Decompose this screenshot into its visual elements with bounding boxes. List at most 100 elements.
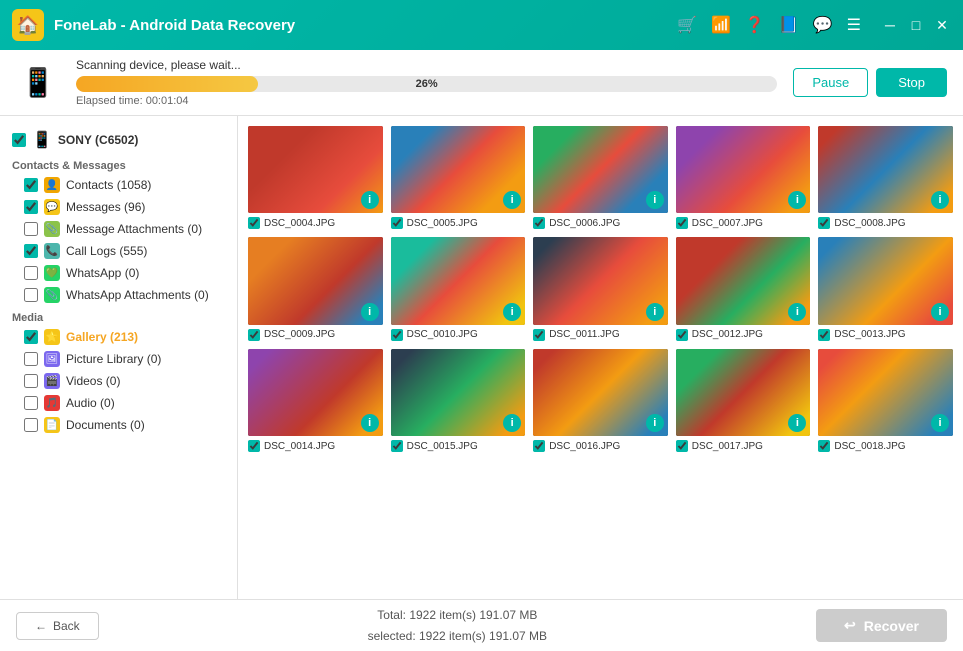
app-title: FoneLab - Android Data Recovery — [54, 17, 667, 34]
sidebar-item-whatsappatt[interactable]: 📎 WhatsApp Attachments (0) — [0, 284, 237, 306]
recover-button[interactable]: ↩ Recover — [816, 609, 947, 642]
wifi-icon[interactable]: 📶 — [711, 15, 731, 35]
photo-thumb-3[interactable]: i — [676, 126, 811, 213]
sidebar-item-contacts[interactable]: 👤 Contacts (1058) — [0, 174, 237, 196]
whatsappatt-label: WhatsApp Attachments (0) — [66, 288, 209, 302]
photo-checkbox-7[interactable] — [533, 329, 545, 341]
sidebar-item-calllogs[interactable]: 📞 Call Logs (555) — [0, 240, 237, 262]
sidebar-item-pictlib[interactable]: 🖼 Picture Library (0) — [0, 348, 237, 370]
photo-checkbox-5[interactable] — [248, 329, 260, 341]
photo-thumb-9[interactable]: i — [818, 237, 953, 324]
documents-checkbox[interactable] — [24, 418, 38, 432]
photo-info-btn-10[interactable]: i — [361, 414, 379, 432]
pause-button[interactable]: Pause — [793, 68, 868, 97]
photo-thumb-1[interactable]: i — [391, 126, 526, 213]
photo-label-5: DSC_0009.JPG — [248, 329, 383, 341]
stop-button[interactable]: Stop — [876, 68, 947, 97]
sidebar-item-videos[interactable]: 🎬 Videos (0) — [0, 370, 237, 392]
photo-thumb-4[interactable]: i — [818, 126, 953, 213]
sidebar-item-audio[interactable]: 🎵 Audio (0) — [0, 392, 237, 414]
menu-icon[interactable]: ☰ — [847, 15, 861, 35]
photo-checkbox-10[interactable] — [248, 440, 260, 452]
footer-totals: Total: 1922 item(s) 191.07 MB selected: … — [99, 605, 816, 646]
photo-thumb-11[interactable]: i — [391, 349, 526, 436]
msgatt-label: Message Attachments (0) — [66, 222, 202, 236]
photo-thumb-8[interactable]: i — [676, 237, 811, 324]
photo-thumb-14[interactable]: i — [818, 349, 953, 436]
device-icon: 📱 — [32, 130, 52, 150]
maximize-button[interactable]: □ — [907, 16, 925, 34]
photo-thumb-7[interactable]: i — [533, 237, 668, 324]
photo-thumb-10[interactable]: i — [248, 349, 383, 436]
photo-checkbox-1[interactable] — [391, 217, 403, 229]
pictlib-checkbox[interactable] — [24, 352, 38, 366]
photo-checkbox-14[interactable] — [818, 440, 830, 452]
facebook-icon[interactable]: 📘 — [779, 15, 799, 35]
scan-info: Scanning device, please wait... 26% Elap… — [76, 58, 777, 107]
photo-filename-10: DSC_0014.JPG — [264, 441, 335, 452]
photo-thumb-5[interactable]: i — [248, 237, 383, 324]
photo-checkbox-11[interactable] — [391, 440, 403, 452]
photo-filename-11: DSC_0015.JPG — [407, 441, 478, 452]
device-checkbox[interactable] — [12, 133, 26, 147]
contacts-checkbox[interactable] — [24, 178, 38, 192]
titlebar: 🏠 FoneLab - Android Data Recovery 🛒 📶 ❓ … — [0, 0, 963, 50]
photo-filename-4: DSC_0008.JPG — [834, 218, 905, 229]
photo-thumb-0[interactable]: i — [248, 126, 383, 213]
photo-checkbox-9[interactable] — [818, 329, 830, 341]
sidebar-item-messages[interactable]: 💬 Messages (96) — [0, 196, 237, 218]
photo-filename-14: DSC_0018.JPG — [834, 441, 905, 452]
photo-checkbox-0[interactable] — [248, 217, 260, 229]
photo-checkbox-6[interactable] — [391, 329, 403, 341]
messages-icon: 💬 — [44, 199, 60, 215]
photo-cell-10: i DSC_0014.JPG — [248, 349, 383, 452]
photo-thumb-13[interactable]: i — [676, 349, 811, 436]
total-line2: selected: 1922 item(s) 191.07 MB — [99, 626, 816, 646]
photo-checkbox-2[interactable] — [533, 217, 545, 229]
photo-cell-13: i DSC_0017.JPG — [676, 349, 811, 452]
progress-percentage: 26% — [416, 78, 438, 90]
cart-icon[interactable]: 🛒 — [677, 15, 697, 35]
whatsappatt-checkbox[interactable] — [24, 288, 38, 302]
photo-checkbox-3[interactable] — [676, 217, 688, 229]
photo-filename-9: DSC_0013.JPG — [834, 329, 905, 340]
photo-label-6: DSC_0010.JPG — [391, 329, 526, 341]
sidebar-item-gallery[interactable]: ⭐ Gallery (213) — [0, 326, 237, 348]
photo-thumb-2[interactable]: i — [533, 126, 668, 213]
sidebar-item-documents[interactable]: 📄 Documents (0) — [0, 414, 237, 436]
sidebar: 📱 SONY (C6502) Contacts & Messages 👤 Con… — [0, 116, 238, 599]
minimize-button[interactable]: ─ — [881, 16, 899, 34]
photo-label-9: DSC_0013.JPG — [818, 329, 953, 341]
photo-info-btn-0[interactable]: i — [361, 191, 379, 209]
close-button[interactable]: ✕ — [933, 16, 951, 34]
window-controls: ─ □ ✕ — [881, 16, 951, 34]
photo-info-btn-5[interactable]: i — [361, 303, 379, 321]
photo-info-btn-9[interactable]: i — [931, 303, 949, 321]
photo-thumb-12[interactable]: i — [533, 349, 668, 436]
sidebar-item-whatsapp[interactable]: 💚 WhatsApp (0) — [0, 262, 237, 284]
photo-checkbox-8[interactable] — [676, 329, 688, 341]
sidebar-item-msgatt[interactable]: 📎 Message Attachments (0) — [0, 218, 237, 240]
photo-thumb-6[interactable]: i — [391, 237, 526, 324]
audio-checkbox[interactable] — [24, 396, 38, 410]
gallery-label: Gallery (213) — [66, 330, 138, 344]
chat-icon[interactable]: 💬 — [813, 15, 833, 35]
photo-filename-12: DSC_0016.JPG — [549, 441, 620, 452]
msgatt-checkbox[interactable] — [24, 222, 38, 236]
messages-checkbox[interactable] — [24, 200, 38, 214]
photo-cell-7: i DSC_0011.JPG — [533, 237, 668, 340]
help-icon[interactable]: ❓ — [745, 15, 765, 35]
photo-checkbox-13[interactable] — [676, 440, 688, 452]
whatsappatt-icon: 📎 — [44, 287, 60, 303]
videos-checkbox[interactable] — [24, 374, 38, 388]
back-button[interactable]: ← Back — [16, 612, 99, 640]
photo-cell-11: i DSC_0015.JPG — [391, 349, 526, 452]
calllogs-checkbox[interactable] — [24, 244, 38, 258]
photo-info-btn-7[interactable]: i — [646, 303, 664, 321]
photo-checkbox-4[interactable] — [818, 217, 830, 229]
gallery-checkbox[interactable] — [24, 330, 38, 344]
photo-label-14: DSC_0018.JPG — [818, 440, 953, 452]
photo-checkbox-12[interactable] — [533, 440, 545, 452]
whatsapp-checkbox[interactable] — [24, 266, 38, 280]
videos-icon: 🎬 — [44, 373, 60, 389]
